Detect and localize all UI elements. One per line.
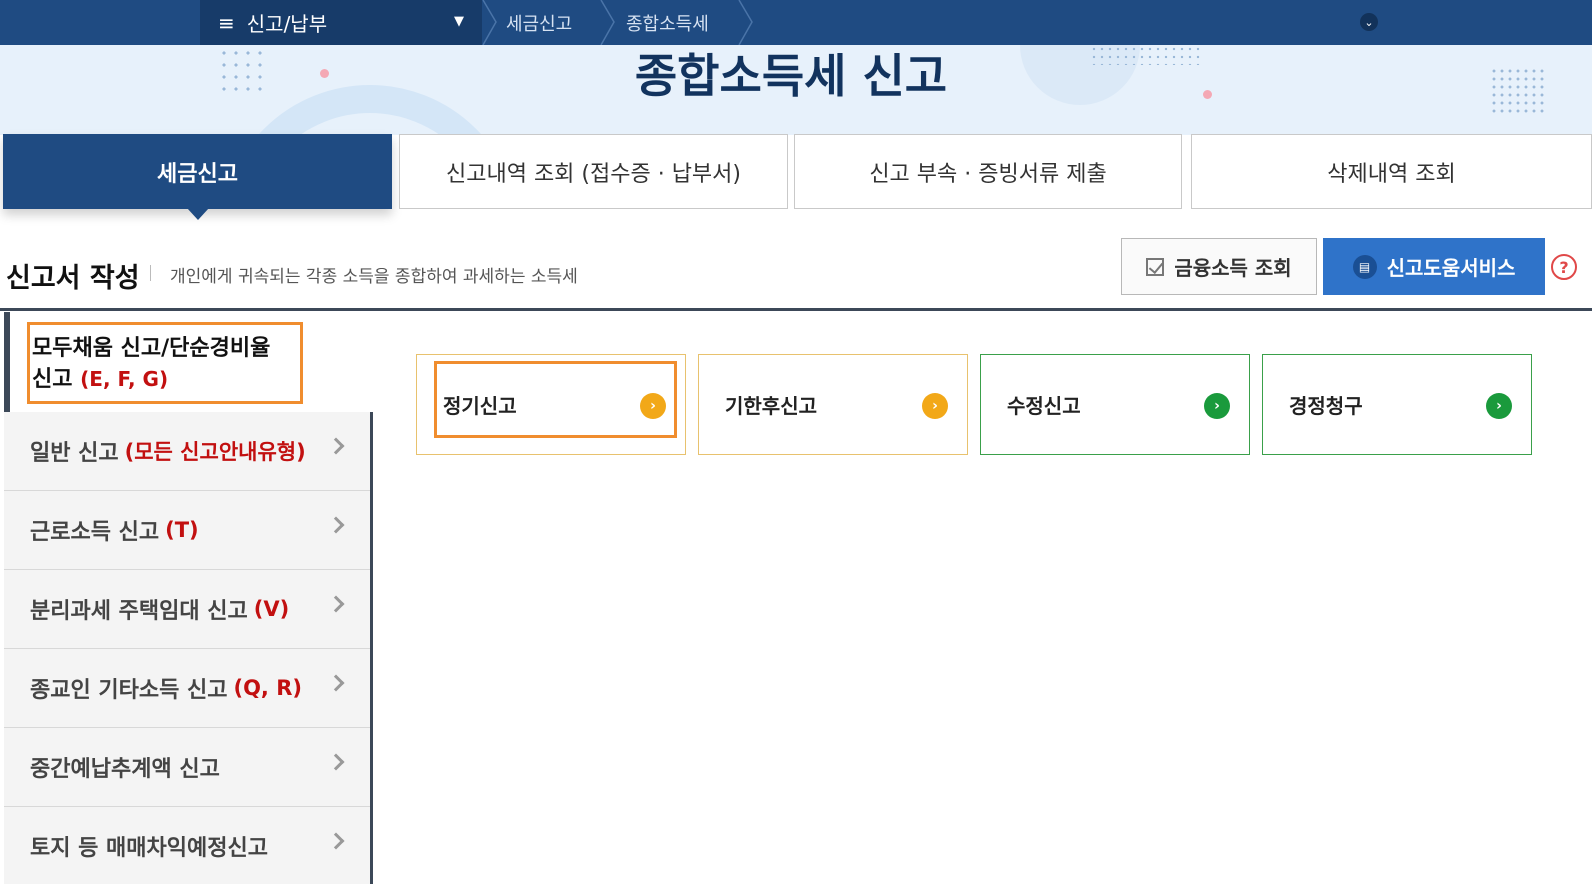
chevron-right-icon — [327, 753, 345, 771]
arrow-right-circle-icon: › — [922, 393, 948, 419]
tab-tax-filing[interactable]: 세금신고 — [3, 134, 392, 220]
caret-down-icon: ▼ — [454, 14, 464, 29]
card-highlight-box — [434, 361, 677, 438]
arrow-right-circle-icon: › — [1486, 393, 1512, 419]
sidebar-item-label: 토지 등 매매차익예정신고 — [30, 836, 268, 861]
arrow-right-circle-icon: › — [1204, 393, 1230, 419]
financial-income-lookup-label: 금융소득 조회 — [1174, 256, 1292, 280]
sidebar-item-label: 중간예납추계액 신고 — [30, 757, 220, 782]
sidebar-selected-highlight[interactable]: 모두채움 신고/단순경비율 신고 (E, F, G) — [27, 322, 303, 404]
sidebar-item-label: 분리과세 주택임대 신고 — [30, 599, 248, 624]
card-label: 기한후신고 — [725, 394, 817, 418]
card-label: 경정청구 — [1289, 394, 1363, 418]
page-hero-banner: 종합소득세 신고 — [0, 45, 1592, 135]
chevron-right-icon — [327, 595, 345, 613]
breadcrumb-item-income-tax[interactable]: 종합소득세 — [626, 0, 709, 45]
section-title: 신고서 작성 — [6, 263, 140, 294]
page-title: 종합소득세 신고 — [634, 49, 948, 103]
sidebar-item-housing-rental[interactable]: 분리과세 주택임대 신고 (V) — [4, 570, 370, 649]
amended-filing-card[interactable]: 수정신고 › — [980, 354, 1250, 455]
breadcrumb-separator-icon — [482, 0, 497, 45]
sidebar-item-label: 종교인 기타소득 신고 — [30, 678, 228, 703]
tab-attachment-submission[interactable]: 신고 부속 · 증빙서류 제출 — [794, 134, 1182, 209]
sidebar-item-general[interactable]: 일반 신고 (모든 신고안내유형) — [4, 412, 370, 491]
breadcrumb-separator-icon — [600, 0, 615, 45]
book-icon: ▤ — [1352, 254, 1377, 279]
filing-type-code: (E, F, G) — [80, 367, 169, 391]
sidebar-selected-line2: 신고 (E, F, G) — [32, 367, 169, 392]
sidebar-selected-line1: 모두채움 신고/단순경비율 — [32, 336, 271, 361]
tab-deleted-history[interactable]: 삭제내역 조회 — [1191, 134, 1592, 209]
chevron-right-icon — [327, 832, 345, 850]
section-divider — [0, 308, 1592, 311]
late-filing-card[interactable]: 기한후신고 › — [698, 354, 968, 455]
financial-income-lookup-button[interactable]: 금융소득 조회 — [1121, 238, 1317, 295]
chevron-down-icon[interactable]: ⌄ — [1360, 13, 1378, 31]
correction-claim-card[interactable]: 경정청구 › — [1262, 354, 1532, 455]
breadcrumb-item-tax-filing[interactable]: 세금신고 — [506, 0, 572, 45]
main-menu-label: 신고/납부 — [246, 12, 328, 36]
filing-type-code: (모든 신고안내유형) — [124, 440, 306, 464]
sidebar-item-land-trade[interactable]: 토지 등 매매차익예정신고 — [4, 807, 370, 884]
divider — [150, 265, 151, 281]
tab-filing-history[interactable]: 신고내역 조회 (접수증 · 납부서) — [399, 134, 788, 209]
filing-type-code: (Q, R) — [233, 676, 302, 700]
filing-type-code: (T) — [165, 518, 199, 542]
chevron-right-icon — [327, 437, 345, 455]
chevron-right-icon — [327, 674, 345, 692]
section-description: 개인에게 귀속되는 각종 소득을 종합하여 과세하는 소득세 — [170, 267, 578, 287]
sidebar-item-label: 일반 신고 — [30, 441, 119, 466]
sidebar-item-interim-prepayment[interactable]: 중간예납추계액 신고 — [4, 728, 370, 807]
sidebar-item-religious-income[interactable]: 종교인 기타소득 신고 (Q, R) — [4, 649, 370, 728]
top-nav-bar: ≡ 신고/납부 ▼ 세금신고 종합소득세 ⌄ — [0, 0, 1592, 45]
filing-type-code: (V) — [253, 597, 290, 621]
sidebar-item-earned-income[interactable]: 근로소득 신고 (T) — [4, 491, 370, 570]
chevron-right-icon — [327, 516, 345, 534]
filing-help-service-label: 신고도움서비스 — [1386, 256, 1516, 280]
hamburger-icon: ≡ — [218, 10, 235, 35]
main-menu-dropdown[interactable]: ≡ 신고/납부 ▼ — [200, 0, 482, 45]
breadcrumb-separator-icon — [738, 0, 753, 45]
question-icon[interactable]: ? — [1551, 254, 1577, 280]
sidebar-menu: 일반 신고 (모든 신고안내유형) 근로소득 신고 (T) 분리과세 주택임대 … — [4, 412, 373, 884]
card-label: 수정신고 — [1007, 394, 1081, 418]
sidebar-item-label: 근로소득 신고 — [30, 520, 160, 545]
filing-help-service-button[interactable]: ▤ 신고도움서비스 — [1323, 238, 1545, 295]
checkbox-icon — [1146, 257, 1165, 276]
